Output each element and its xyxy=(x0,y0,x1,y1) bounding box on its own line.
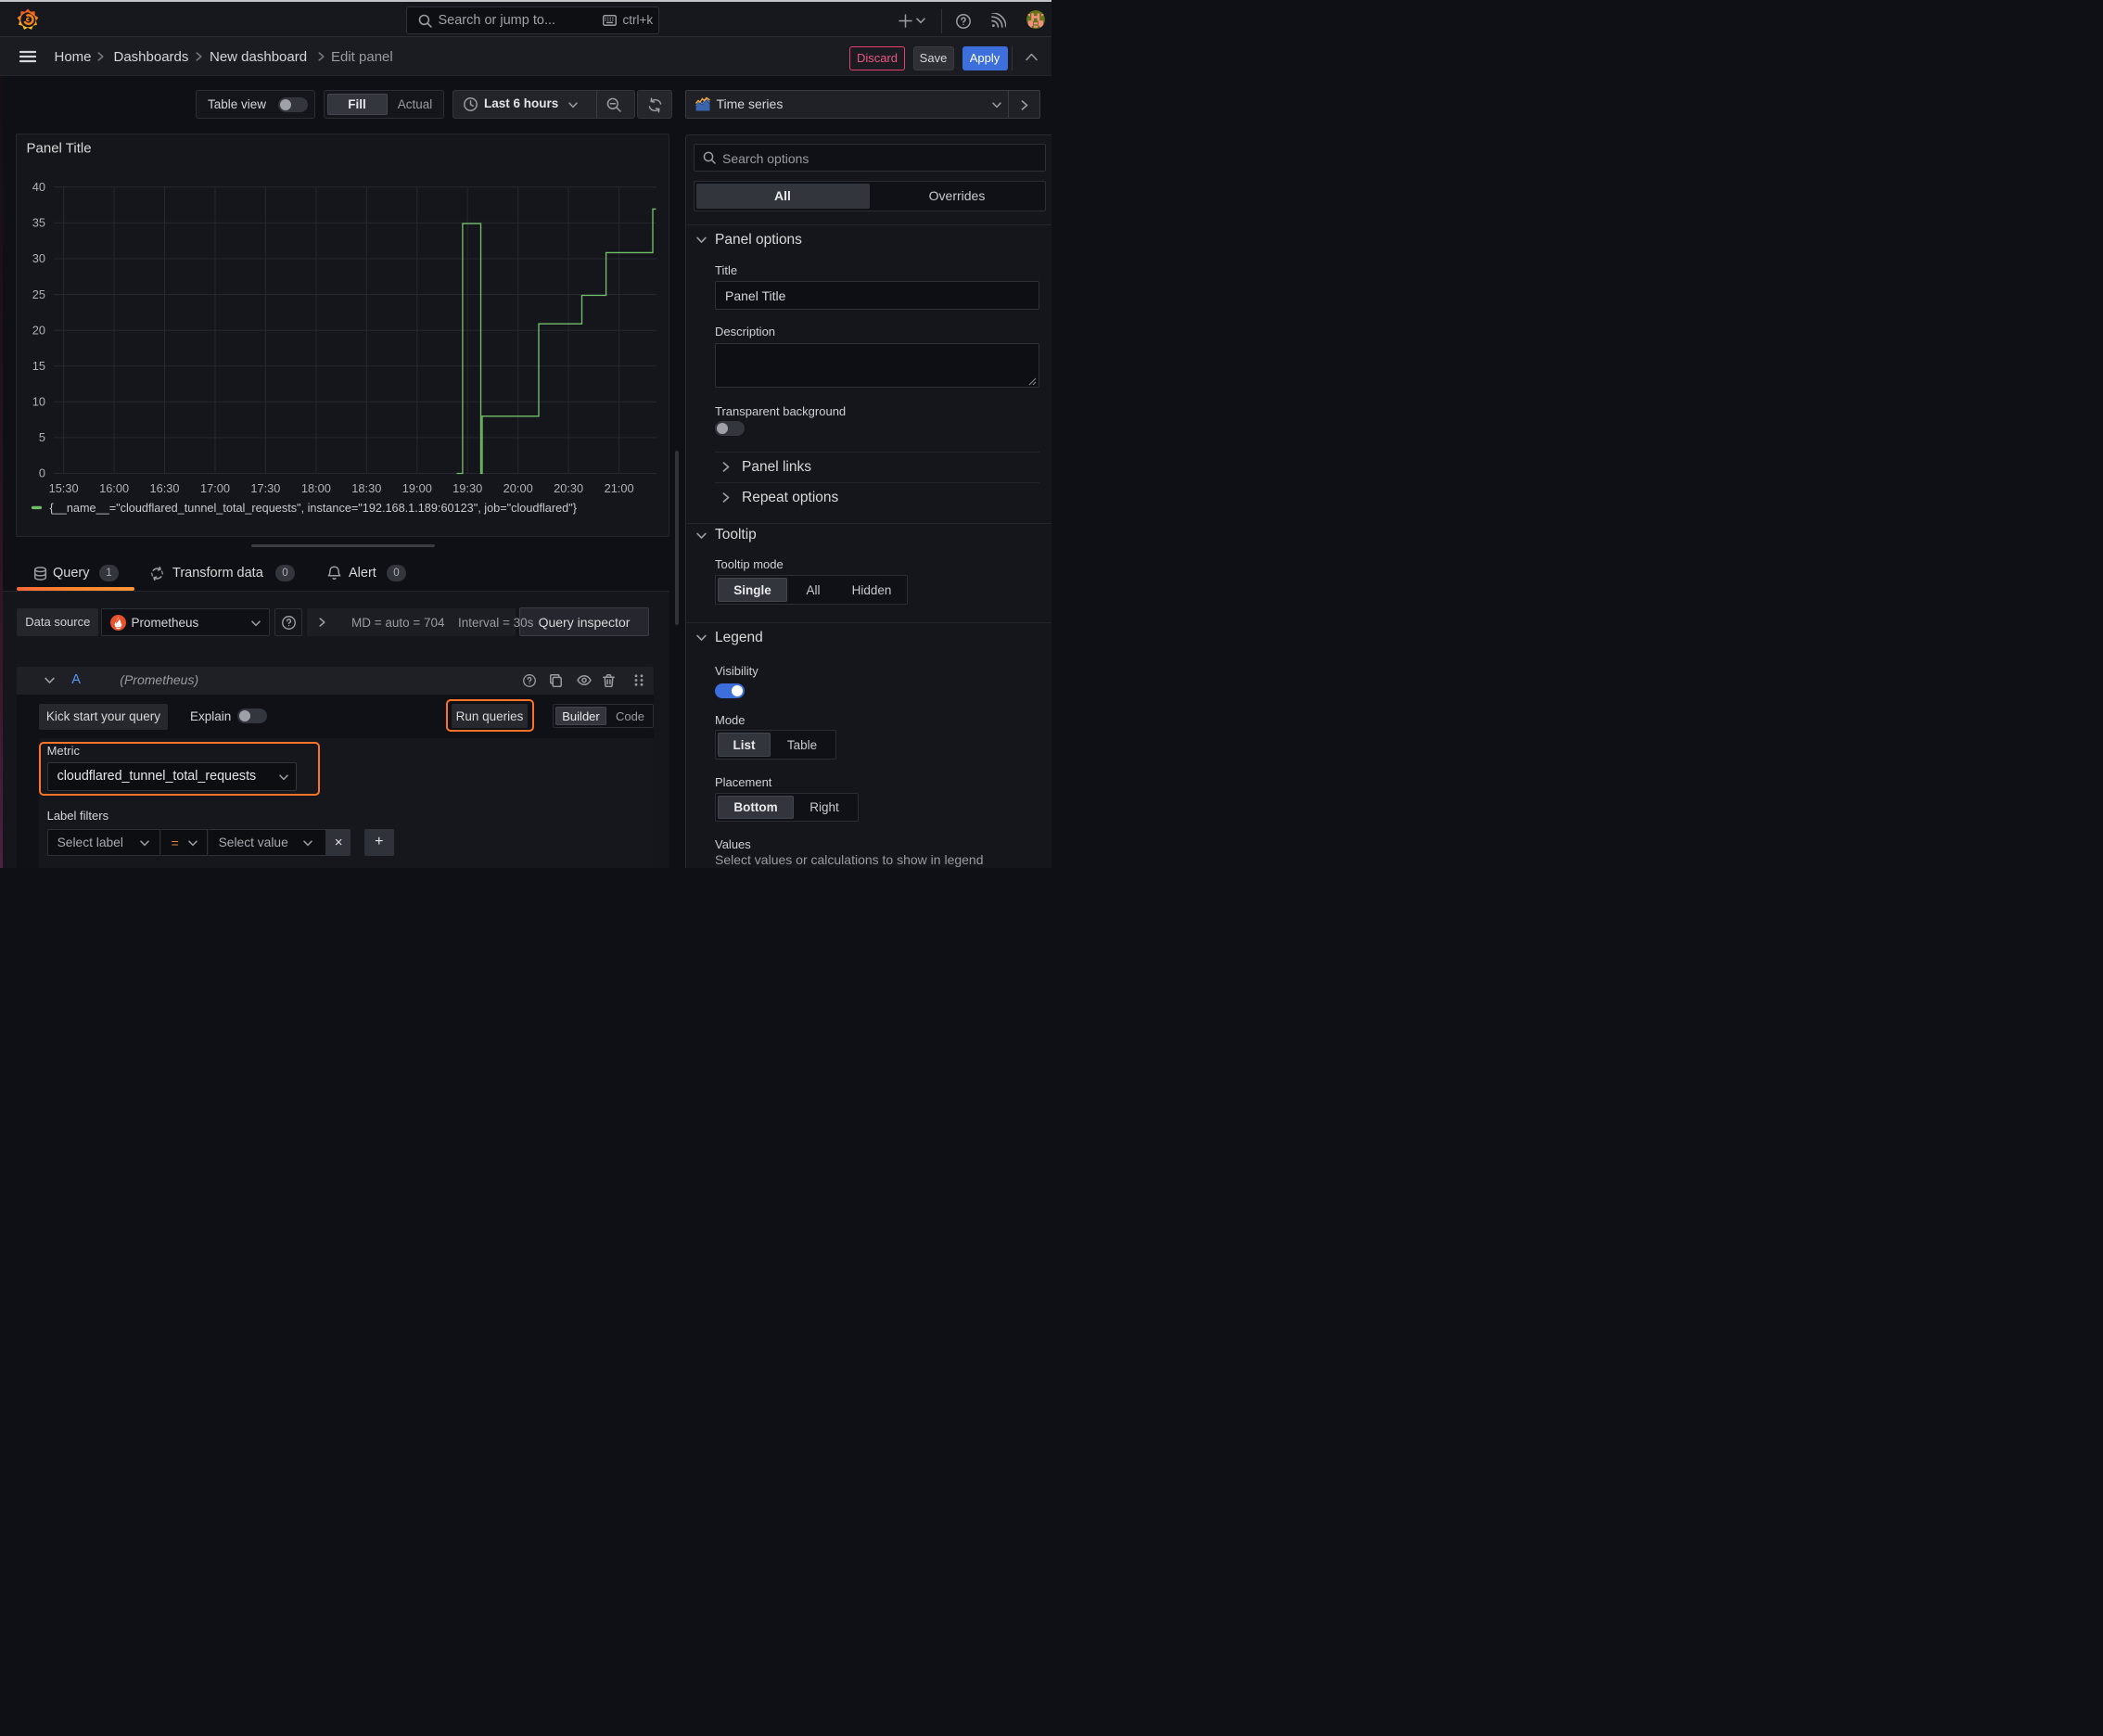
svg-text:21:00: 21:00 xyxy=(604,481,633,495)
svg-text:15: 15 xyxy=(32,358,45,372)
svg-text:35: 35 xyxy=(32,215,45,229)
svg-text:17:00: 17:00 xyxy=(199,481,229,495)
svg-text:Panel Title: Panel Title xyxy=(26,140,91,156)
svg-text:15:30: 15:30 xyxy=(48,481,78,495)
svg-text:25: 25 xyxy=(32,287,45,300)
svg-text:18:30: 18:30 xyxy=(351,481,381,495)
svg-text:{__name__="cloudflared_tunnel_: {__name__="cloudflared_tunnel_total_requ… xyxy=(49,501,577,514)
svg-text:16:00: 16:00 xyxy=(99,481,129,495)
svg-text:18:00: 18:00 xyxy=(300,481,330,495)
svg-text:5: 5 xyxy=(38,430,45,444)
svg-text:17:30: 17:30 xyxy=(250,481,280,495)
svg-text:19:00: 19:00 xyxy=(401,481,431,495)
svg-text:40: 40 xyxy=(32,180,45,194)
svg-text:20: 20 xyxy=(32,323,45,337)
svg-text:20:30: 20:30 xyxy=(554,481,583,495)
svg-text:30: 30 xyxy=(32,251,45,265)
svg-text:16:30: 16:30 xyxy=(149,481,179,495)
svg-text:10: 10 xyxy=(32,394,45,408)
svg-text:19:30: 19:30 xyxy=(452,481,482,495)
svg-text:20:00: 20:00 xyxy=(503,481,532,495)
svg-text:0: 0 xyxy=(38,466,45,479)
